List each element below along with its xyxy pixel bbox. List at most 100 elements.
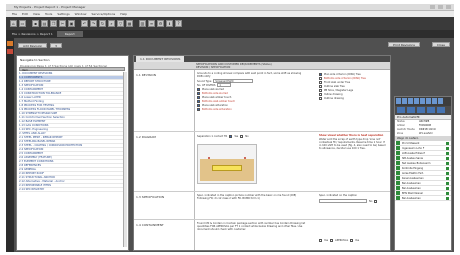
visible-check-icon[interactable] (446, 196, 449, 200)
layer-icon[interactable] (437, 107, 445, 113)
tool-icon[interactable] (402, 98, 407, 104)
radio-yes[interactable] (229, 134, 233, 138)
spec-no-checkbox[interactable] (374, 199, 378, 203)
menu-window[interactable]: Window (75, 12, 87, 16)
layer-icon[interactable] (427, 107, 435, 113)
paste-icon[interactable]: ▣ (68, 20, 75, 27)
filter-icon[interactable]: ▽ (117, 20, 124, 27)
tree-scrollbar[interactable] (123, 72, 127, 247)
checkbox[interactable] (319, 92, 322, 96)
print-icon[interactable]: ▤ (41, 20, 48, 27)
check-label: Bottoms side slurred (202, 91, 228, 95)
check-item[interactable]: Bottoms side silturation (197, 107, 307, 111)
minimize-button[interactable] (430, 5, 435, 9)
info-icon[interactable]: ℹ (166, 20, 173, 27)
color-swatch (396, 156, 400, 160)
home-icon[interactable]: ⌂ (10, 20, 17, 27)
item-label: BHS Stammkanal (402, 191, 423, 195)
checkbox[interactable] (197, 95, 200, 99)
menu-view[interactable]: View (33, 12, 40, 16)
checkbox[interactable] (319, 76, 322, 80)
tool-icon[interactable] (408, 98, 413, 104)
refresh-icon[interactable]: ↻ (99, 20, 106, 27)
settings-icon[interactable]: ⚙ (157, 20, 164, 27)
tool-icon[interactable] (432, 98, 437, 104)
checkbox[interactable] (319, 96, 322, 100)
check-label: Outline slab Ties (324, 84, 345, 88)
menu-help[interactable]: Help (120, 12, 127, 16)
divers-input[interactable]: 1 (217, 83, 232, 87)
tool-icon[interactable] (420, 98, 425, 104)
menu-service[interactable]: Service/Options (92, 12, 116, 16)
visible-check-icon[interactable] (446, 176, 449, 180)
visible-check-icon[interactable] (446, 156, 449, 160)
tool-icon[interactable] (396, 98, 401, 104)
cut-icon[interactable]: ✂ (59, 20, 66, 27)
visible-check-icon[interactable] (446, 186, 449, 190)
checkbox[interactable] (319, 88, 322, 92)
tool-icon[interactable] (438, 98, 443, 104)
list-icon[interactable]: ≡ (148, 20, 155, 27)
checkbox[interactable] (319, 72, 322, 76)
project-icon[interactable] (7, 41, 13, 46)
copy-icon[interactable]: ❐ (50, 20, 57, 27)
tool-icon[interactable] (414, 98, 419, 104)
search-icon[interactable]: ⌕ (108, 20, 115, 27)
alert-icon[interactable] (7, 49, 13, 54)
visible-check-icon[interactable] (446, 191, 449, 195)
color-swatch (396, 191, 400, 195)
spec-input[interactable] (319, 199, 367, 203)
redo-icon[interactable]: ↷ (90, 20, 97, 27)
visible-check-icon[interactable] (446, 161, 449, 165)
folder-icon[interactable]: ▭ (19, 20, 26, 27)
radio-no[interactable] (240, 134, 244, 138)
window-title: My Projects - Project Report 1 - Project… (14, 5, 86, 9)
visible-check-icon[interactable] (446, 151, 449, 155)
option-checkbox[interactable] (350, 238, 354, 242)
row-body: Found CM & Contain in Contain package se… (197, 222, 306, 231)
tab-report[interactable]: Report (56, 31, 83, 37)
breadcrumb: File > Revisions > Report 1 Report (6, 30, 454, 38)
visible-check-icon[interactable] (446, 146, 449, 150)
checkbox[interactable] (197, 99, 200, 103)
visible-check-icon[interactable] (446, 171, 449, 175)
menu-settings[interactable]: Settings (57, 12, 69, 16)
option-checkbox[interactable] (330, 238, 334, 242)
visible-check-icon[interactable] (446, 141, 449, 145)
visible-check-icon[interactable] (446, 166, 449, 170)
menu-edit[interactable]: Edit (22, 12, 28, 16)
checkbox[interactable] (319, 80, 322, 84)
option-checkbox[interactable] (319, 238, 322, 242)
check-item[interactable]: Outline drawing (319, 96, 387, 100)
grid-icon[interactable]: ▦ (126, 20, 133, 27)
close-button[interactable] (446, 5, 451, 9)
check-label: Front slab under Ties (324, 80, 351, 84)
property-value[interactable]: W1 ausfuhr (419, 132, 433, 136)
layer-icon[interactable] (407, 107, 415, 113)
check-label: Plans slab silturation (202, 103, 228, 107)
checkbox[interactable] (197, 103, 200, 107)
add-revision-dropdown[interactable]: ▾ (50, 42, 62, 48)
help-icon[interactable]: ? (175, 20, 182, 27)
tool-icon[interactable] (426, 98, 431, 104)
tree-column-header[interactable]: Item (19, 67, 125, 72)
undo-icon[interactable]: ↶ (81, 20, 88, 27)
tree-row[interactable]: 2.14 SEC REGISTRY (19, 188, 125, 192)
layer-icon[interactable] (397, 107, 405, 113)
breadcrumb-path[interactable]: File > Revisions > Report 1 (12, 32, 53, 36)
close-tab-button[interactable]: Close (431, 42, 450, 47)
menu-tools[interactable]: Tools (45, 12, 52, 16)
chart-icon[interactable]: ▥ (139, 20, 146, 27)
checkbox[interactable] (197, 107, 200, 111)
checkbox[interactable] (319, 84, 322, 88)
layer-icon[interactable] (417, 107, 425, 113)
add-revision-button[interactable]: Add Revision (18, 42, 48, 48)
save-icon[interactable]: ▪ (32, 20, 39, 27)
checkbox[interactable] (197, 87, 200, 91)
list-item[interactable]: Bel Ausbaumen (395, 196, 451, 201)
checkbox[interactable] (197, 91, 200, 95)
visible-check-icon[interactable] (446, 181, 449, 185)
print-revisions-button[interactable]: Print Revisions (388, 42, 420, 47)
maximize-button[interactable] (438, 5, 443, 9)
menu-file[interactable]: File (12, 12, 17, 16)
